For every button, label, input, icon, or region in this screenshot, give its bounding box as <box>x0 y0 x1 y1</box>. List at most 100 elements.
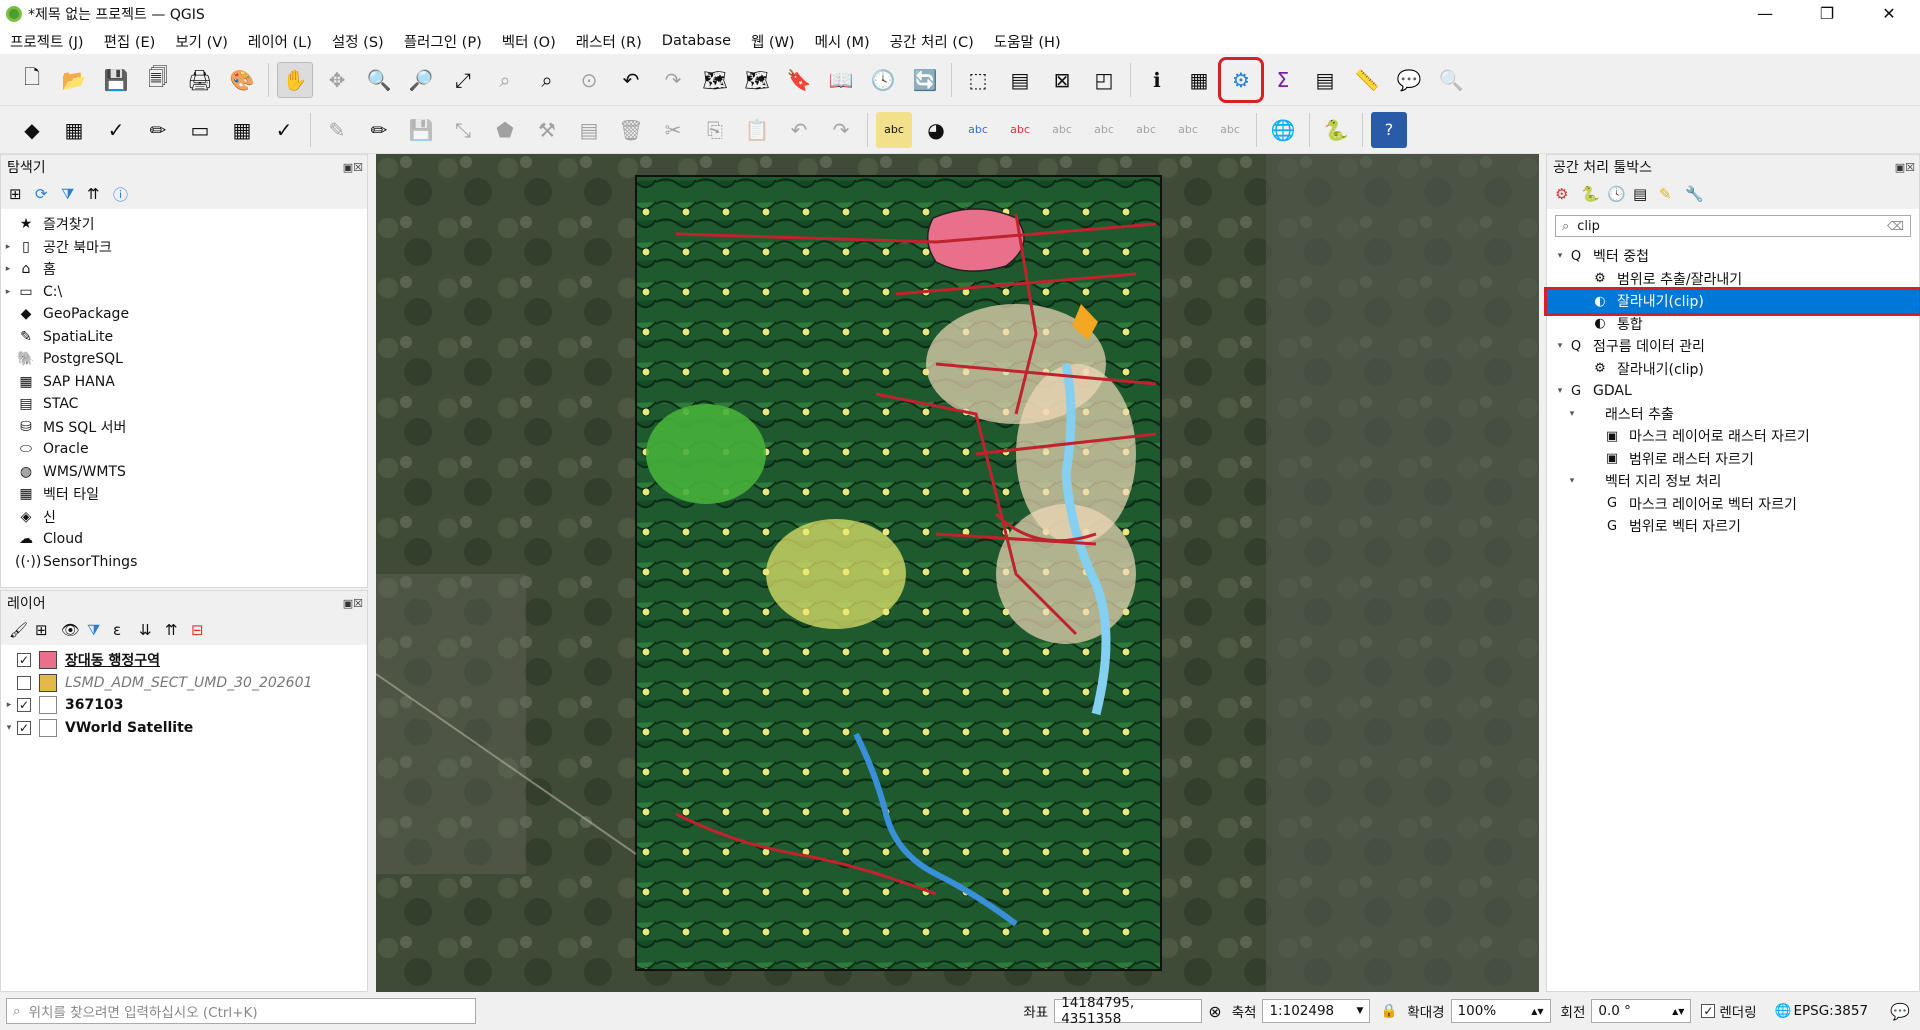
collapse-all-icon[interactable]: ⇈ <box>87 185 113 203</box>
menu-vector[interactable]: 벡터 (O) <box>502 31 556 52</box>
layer-item[interactable]: ▸ ✓ 367103 <box>1 694 367 717</box>
zoom-next-icon[interactable]: ↷ <box>655 62 691 98</box>
expand-arrow-icon[interactable]: ▾ <box>1 723 17 733</box>
menu-mesh[interactable]: 메시 (M) <box>815 31 870 52</box>
collapse-all-icon[interactable]: ⇈ <box>165 621 191 639</box>
menu-view[interactable]: 보기 (V) <box>175 31 228 52</box>
zoom-last-icon[interactable]: ↶ <box>613 62 649 98</box>
menu-layer[interactable]: 레이어 (L) <box>248 31 312 52</box>
cut-icon[interactable]: ✂ <box>655 112 691 148</box>
browser-item[interactable]: ◍ WMS/WMTS <box>1 461 367 484</box>
map-tips-icon[interactable]: 💬 <box>1391 62 1427 98</box>
layer-item[interactable]: ✓ 장대동 행정구역 <box>1 649 367 672</box>
browser-item[interactable]: ✎ SpatiaLite <box>1 326 367 349</box>
magnifier-spinbox[interactable]: 100% ▲▼ <box>1450 999 1551 1023</box>
toggle-extents-icon[interactable]: ⊗ <box>1208 1002 1221 1021</box>
menu-settings[interactable]: 설정 (S) <box>332 31 384 52</box>
processing-toolbox-gear-icon[interactable]: ⚙ <box>1218 56 1264 103</box>
zoom-in-icon[interactable]: 🔍 <box>361 62 397 98</box>
select-location-icon[interactable]: ◰ <box>1086 62 1122 98</box>
menu-edit[interactable]: 편집 (E) <box>104 31 156 52</box>
bookmark-icon[interactable]: 🔖 <box>781 62 817 98</box>
new-project-icon[interactable]: 🗋 <box>14 62 50 98</box>
measure-icon[interactable]: 📏 <box>1349 62 1385 98</box>
panel-float-close-icon[interactable]: ▣☒ <box>343 597 363 610</box>
browser-item[interactable]: ☁ Cloud <box>1 528 367 551</box>
layer-item[interactable]: LSMD_ADM_SECT_UMD_30_202601 <box>1 672 367 695</box>
add-vector-icon[interactable]: ◆ <box>14 112 50 148</box>
vertex-tool-icon[interactable]: ⚒ <box>529 112 565 148</box>
copy-icon[interactable]: ⎘ <box>697 112 733 148</box>
save-as-icon[interactable]: 🗐 <box>140 62 176 98</box>
zoom-selection-icon[interactable]: ⌕ <box>487 62 523 98</box>
identify-icon[interactable]: ℹ <box>1139 62 1175 98</box>
expand-arrow-icon[interactable]: ▾ <box>1565 476 1579 486</box>
history-clock-icon[interactable]: 🕓 <box>1607 185 1633 203</box>
expand-arrow-icon[interactable]: ▾ <box>1565 409 1579 419</box>
results-viewer-icon[interactable]: ▤ <box>1633 185 1659 203</box>
change-label-icon[interactable]: abc <box>1170 112 1206 148</box>
save-project-icon[interactable]: 💾 <box>98 62 134 98</box>
toolbox-node[interactable]: ⚙ 잘라내기(clip) <box>1547 358 1919 381</box>
open-project-icon[interactable]: 📂 <box>56 62 92 98</box>
add-selected-icon[interactable]: ⊞ <box>9 185 35 203</box>
toolbox-node[interactable]: ▾ 벡터 지리 정보 처리 <box>1547 470 1919 493</box>
browser-item[interactable]: ◆ GeoPackage <box>1 303 367 326</box>
scale-combo[interactable]: 1:102498 ▼ <box>1262 999 1371 1023</box>
add-feature-icon[interactable]: ⬟ <box>487 112 523 148</box>
move-label-icon[interactable]: abc <box>1044 112 1080 148</box>
highlight-labels-icon[interactable]: abc <box>1002 112 1038 148</box>
pin-labels-icon[interactable]: abc <box>960 112 996 148</box>
toolbox-node[interactable]: ▣ 범위로 래스터 자르기 <box>1547 448 1919 471</box>
clear-search-icon[interactable]: ⌫ <box>1887 219 1904 233</box>
toolbox-node[interactable]: ▾ 래스터 추출 <box>1547 403 1919 426</box>
browser-item[interactable]: ◈ 신 <box>1 506 367 529</box>
menu-project[interactable]: 프로젝트 (J) <box>10 31 84 52</box>
field-edit-icon[interactable]: ✓ <box>266 112 302 148</box>
globe-plugin-icon[interactable]: 🌐 <box>1265 112 1301 148</box>
attribute-table-icon[interactable]: ▦ <box>1181 62 1217 98</box>
save-layer-edits-icon[interactable]: 💾 <box>403 112 439 148</box>
options-wrench-icon[interactable]: 🔧 <box>1685 185 1711 203</box>
new-map-view-icon[interactable]: 🗺 <box>697 62 733 98</box>
layer-visibility-checkbox[interactable] <box>17 675 31 690</box>
locator-icon[interactable]: 🔍 <box>1433 62 1469 98</box>
redo-icon[interactable]: ↷ <box>823 112 859 148</box>
add-raster-icon[interactable]: ▦ <box>56 112 92 148</box>
select-by-value-icon[interactable]: ▤ <box>1002 62 1038 98</box>
browser-item[interactable]: ▤ STAC <box>1 393 367 416</box>
label-props-icon[interactable]: abc <box>1212 112 1248 148</box>
toolbox-node[interactable]: ▾ Q 벡터 중첩 <box>1547 245 1919 268</box>
paste-icon[interactable]: 📋 <box>739 112 775 148</box>
pan-to-selection-icon[interactable]: ✥ <box>319 62 355 98</box>
open-field-calculator-icon[interactable]: ▤ <box>1307 62 1343 98</box>
locator-search-input[interactable]: ⌕ 위치를 찾으려면 입력하십시오 (Ctrl+K) <box>6 998 476 1024</box>
info-icon[interactable]: ⓘ <box>113 184 139 205</box>
expand-arrow-icon[interactable]: ▸ <box>1 242 15 252</box>
panel-float-close-icon[interactable]: ▣☒ <box>343 161 363 174</box>
zoom-layer-icon[interactable]: ⌕ <box>529 62 565 98</box>
zoom-full-icon[interactable]: ⤢ <box>445 62 481 98</box>
browser-item[interactable]: ★ 즐겨찾기 <box>1 213 367 236</box>
python-scripts-icon[interactable]: 🐍 <box>1581 185 1607 203</box>
rotation-spinbox[interactable]: 0.0 ° ▲▼ <box>1591 999 1692 1023</box>
maximize-button[interactable]: ❐ <box>1796 0 1858 28</box>
expand-arrow-icon[interactable]: ▾ <box>1553 251 1567 261</box>
temporal-clock-icon[interactable]: 🕓 <box>865 62 901 98</box>
toolbox-node[interactable]: ▣ 마스크 레이어로 래스터 자르기 <box>1547 425 1919 448</box>
visibility-eye-icon[interactable]: 👁 <box>61 621 87 639</box>
rotate-label-icon[interactable]: abc <box>1086 112 1122 148</box>
deselect-icon[interactable]: ⊠ <box>1044 62 1080 98</box>
remove-layer-icon[interactable]: ⊟ <box>191 621 217 639</box>
layer-visibility-checkbox[interactable]: ✓ <box>17 653 31 668</box>
current-edits-icon[interactable]: ✎ <box>319 112 355 148</box>
new-3d-view-icon[interactable]: 🗺 <box>739 62 775 98</box>
messages-icon[interactable]: 💬 <box>1890 1002 1910 1021</box>
browser-item[interactable]: ▸ ▭ C:\ <box>1 281 367 304</box>
browser-item[interactable]: ▦ SAP HANA <box>1 371 367 394</box>
models-gear-icon[interactable]: ⚙ <box>1555 185 1581 203</box>
menu-processing[interactable]: 공간 처리 (C) <box>890 31 974 52</box>
browser-item[interactable]: ▦ 벡터 타일 <box>1 483 367 506</box>
select-features-icon[interactable]: ⬚ <box>960 62 996 98</box>
toolbox-node[interactable]: G 범위로 벡터 자르기 <box>1547 515 1919 538</box>
